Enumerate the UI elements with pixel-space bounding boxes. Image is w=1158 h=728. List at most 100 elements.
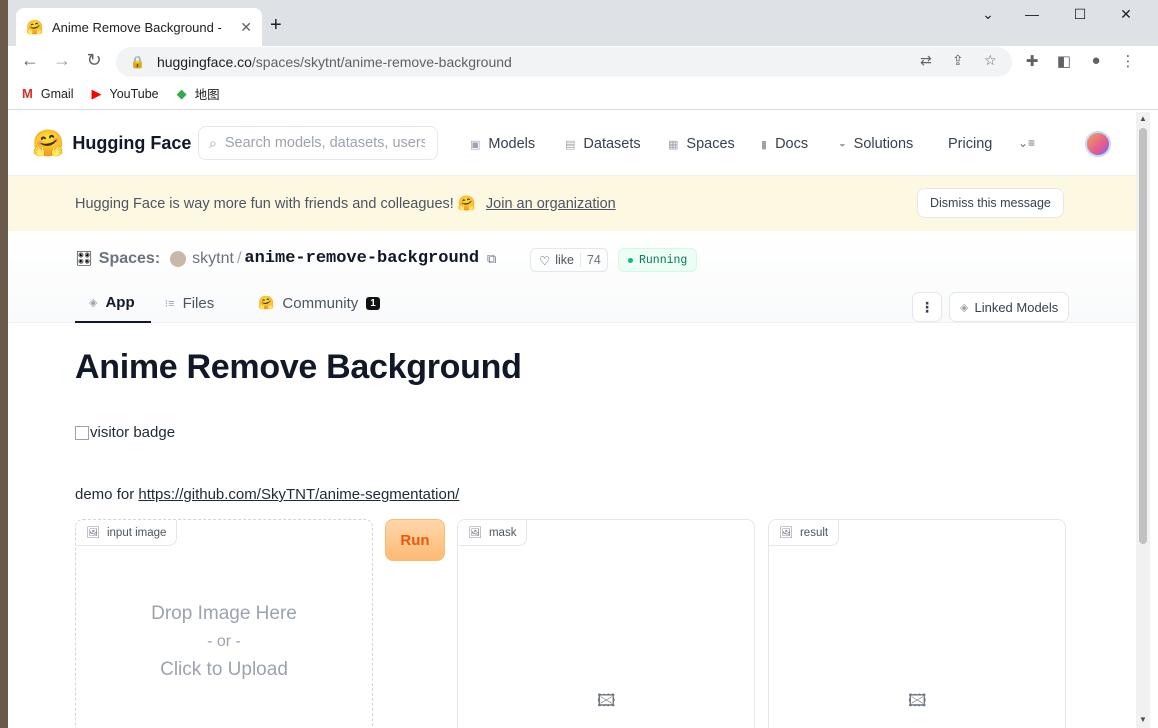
hugging-face-logo-icon[interactable]: 🤗	[32, 128, 64, 159]
copy-icon[interactable]: ⧉	[487, 251, 496, 267]
bookmark-maps[interactable]: ◆ 地图	[177, 84, 220, 103]
nav-label: Pricing	[948, 136, 993, 152]
bookmark-star-icon[interactable]: ☆	[984, 52, 997, 69]
new-tab-button[interactable]: +	[270, 14, 282, 37]
solutions-icon: ◒	[839, 138, 846, 150]
share-icon[interactable]: ⇪	[952, 52, 964, 69]
spaces-label[interactable]: Spaces:	[99, 250, 160, 268]
nav-label: Spaces	[686, 136, 735, 152]
hf-search[interactable]: ⌕	[198, 126, 438, 160]
panel-label-text: input image	[106, 526, 167, 539]
heart-icon: ♡	[539, 253, 551, 268]
close-window-button[interactable]: ✕	[1114, 6, 1138, 23]
nav-pricing[interactable]: Pricing	[948, 136, 992, 152]
tab-community[interactable]: 🤗 Community 1	[244, 283, 396, 323]
nav-docs[interactable]: ▮ Docs	[761, 136, 808, 152]
page-scrollbar[interactable]: ▲ ▼	[1136, 112, 1150, 728]
maps-icon: ◆	[176, 85, 187, 101]
tab-close-icon[interactable]: ✕	[240, 19, 252, 36]
files-icon: ⁝≡	[164, 297, 175, 310]
banner-text: Hugging Face is way more fun with friend…	[75, 196, 476, 212]
scroll-up-icon[interactable]: ▲	[1139, 114, 1147, 123]
panel-label-text: result	[799, 526, 829, 539]
space-name[interactable]: anime-remove-background	[244, 249, 479, 268]
url-path: /spaces/skytnt/anime-remove-background	[251, 54, 512, 70]
like-button[interactable]: ♡ like 74	[530, 248, 608, 272]
extensions-icon[interactable]: ✚	[1022, 52, 1042, 70]
bookmark-label: YouTube	[109, 86, 159, 101]
dismiss-button[interactable]: Dismiss this message	[917, 188, 1064, 218]
user-avatar-small	[170, 250, 187, 267]
address-bar[interactable]: 🔒 huggingface.co/spaces/skytnt/anime-rem…	[116, 47, 1012, 77]
user-avatar[interactable]	[1085, 131, 1111, 157]
bookmark-gmail[interactable]: M Gmail	[22, 86, 74, 101]
menu-kebab-icon[interactable]: ⋮	[1118, 52, 1138, 70]
drop-image-text: Drop Image Here	[151, 603, 297, 624]
scroll-down-icon[interactable]: ▼	[1139, 715, 1147, 724]
bookmarks-bar: M Gmail ▶ YouTube ◆ 地图	[8, 78, 1158, 110]
maximize-button[interactable]: ☐	[1068, 6, 1092, 23]
click-upload-text: Click to Upload	[160, 659, 288, 680]
tab-app[interactable]: ◈ App	[75, 283, 151, 323]
browser-window: 🤗 Anime Remove Background - ✕ + ⌄ — ☐ ✕ …	[8, 0, 1158, 728]
forward-button[interactable]: →	[50, 50, 74, 71]
space-menu-button[interactable]: ⋮	[912, 292, 942, 322]
tab-label: Community	[282, 294, 359, 312]
like-count: 74	[579, 253, 607, 267]
result-panel: 🖼 result 🖾	[768, 519, 1066, 728]
search-input[interactable]	[224, 135, 425, 151]
run-button[interactable]: Run	[385, 519, 445, 561]
org-banner: Hugging Face is way more fun with friend…	[8, 176, 1136, 231]
community-count-badge: 1	[366, 296, 380, 310]
nav-datasets[interactable]: ▤ Datasets	[565, 136, 641, 152]
image-icon: 🖼	[779, 527, 793, 539]
status-dot	[628, 257, 633, 263]
nav-label: Solutions	[853, 136, 914, 152]
model-icon: ◈	[960, 301, 969, 314]
url-host: huggingface.co	[156, 54, 252, 70]
lock-icon[interactable]: 🔒	[130, 55, 145, 69]
hugging-face-favicon-icon: 🤗	[26, 19, 44, 35]
browser-tab[interactable]: 🤗 Anime Remove Background - ✕	[16, 8, 262, 46]
more-menu-icon[interactable]: ⌄≡	[1018, 136, 1035, 150]
nav-label: Docs	[775, 136, 809, 152]
web-page: 🤗 Hugging Face ⌕ ▣ Models ▤ Datasets ▦ Spac…	[8, 112, 1136, 728]
reload-button[interactable]: ↻	[82, 50, 106, 71]
input-image-panel[interactable]: 🖼 input image Drop Image Here - or - Cli…	[75, 519, 373, 728]
panel-label-text: mask	[488, 526, 517, 539]
models-icon: ▣	[470, 138, 481, 151]
panel-label: 🖼 mask	[458, 520, 528, 546]
panel-label: 🖼 result	[769, 520, 840, 546]
nav-solutions[interactable]: ◒ Solutions	[839, 136, 913, 152]
bookmark-label: Gmail	[40, 86, 74, 101]
bookmark-label: 地图	[194, 88, 220, 102]
join-organization-link[interactable]: Join an organization	[486, 196, 616, 212]
image-icon: 🖼	[468, 527, 482, 539]
side-panel-icon[interactable]: ◧	[1054, 52, 1074, 70]
upload-dropzone[interactable]: Drop Image Here - or - Click to Upload	[76, 600, 372, 684]
spaces-icon: ▦	[668, 138, 679, 151]
minimize-button[interactable]: —	[1020, 6, 1044, 22]
hf-brand[interactable]: Hugging Face	[72, 133, 191, 154]
scroll-thumb[interactable]	[1139, 128, 1147, 544]
translate-icon[interactable]: ⇄	[920, 52, 932, 69]
back-button[interactable]: ←	[18, 50, 42, 71]
tab-files[interactable]: ⁝≡ Files	[151, 283, 231, 323]
profile-icon[interactable]: ●	[1086, 52, 1106, 69]
broken-image-icon	[75, 425, 89, 440]
image-placeholder-icon: 🖾	[908, 691, 927, 710]
bookmark-youtube[interactable]: ▶ YouTube	[92, 86, 159, 102]
nav-spaces[interactable]: ▦ Spaces	[668, 136, 735, 152]
browser-toolbar: ← → ↻ 🔒 huggingface.co/spaces/skytnt/ani…	[8, 46, 1158, 78]
space-header: 🎛 Spaces: skytnt / anime-remove-backgrou…	[8, 231, 1136, 323]
image-icon: 🖼	[86, 527, 100, 539]
space-owner[interactable]: skytnt	[192, 250, 234, 268]
tab-title: Anime Remove Background -	[52, 19, 222, 35]
tab-label: Files	[182, 294, 215, 312]
nav-models[interactable]: ▣ Models	[470, 136, 535, 152]
app-title: Anime Remove Background	[75, 348, 522, 386]
tab-search-dropdown-icon[interactable]: ⌄	[976, 6, 1000, 23]
community-icon: 🤗	[258, 295, 275, 310]
github-link[interactable]: https://github.com/SkyTNT/anime-segmenta…	[138, 486, 459, 503]
linked-models-button[interactable]: ◈ Linked Models	[949, 292, 1070, 322]
